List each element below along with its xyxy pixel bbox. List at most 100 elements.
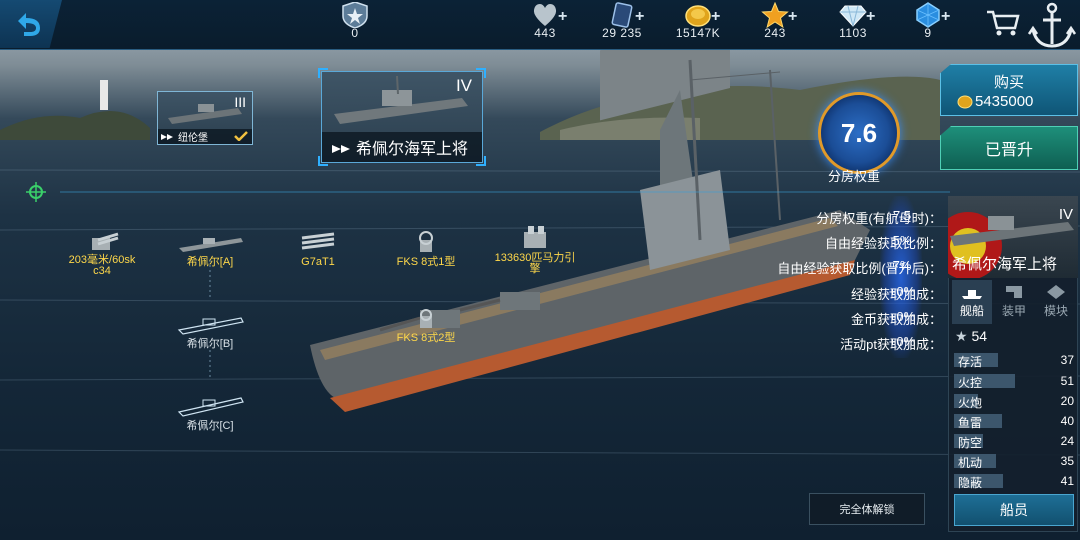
attribute-row: 火炮 20 — [954, 393, 1076, 410]
buy-label: 购买 — [993, 74, 1024, 91]
attribute-row: 火控 51 — [954, 373, 1076, 390]
ship-class-icon — [332, 145, 350, 153]
selection-corner — [318, 68, 328, 78]
target-crosshair-icon — [26, 182, 46, 202]
panel-tabs: 舰船 装甲 模块 — [952, 280, 1076, 324]
matchmaking-rating-badge: 7.6 — [818, 92, 900, 174]
heart-icon — [533, 4, 557, 26]
gold-coin-icon — [957, 95, 973, 109]
ship-tile-tier3[interactable]: III 纽伦堡 — [157, 91, 253, 145]
shopping-cart-icon[interactable] — [985, 8, 1021, 38]
module-label: FKS 8式2型 — [396, 332, 456, 344]
rank-value: 0 — [351, 26, 359, 40]
module-hull-b[interactable]: 希佩尔[B] — [170, 312, 250, 350]
buy-price: 5435000 — [975, 93, 1034, 110]
cards-plus[interactable]: + — [635, 8, 644, 26]
tab-label: 模块 — [1043, 304, 1068, 318]
ship-name-label: 希佩尔海军上将 — [952, 256, 1058, 273]
tab-armor[interactable]: 装甲 — [994, 280, 1034, 324]
module-hull-c[interactable]: 希佩尔[C] — [170, 392, 250, 432]
ship-class-icon — [161, 134, 173, 140]
tab-label: 舰船 — [959, 304, 984, 318]
rating-label: 分房权重 — [828, 169, 881, 184]
buy-button[interactable]: 购买 5435000 — [940, 64, 1078, 116]
attribute-label: 火控 — [958, 376, 983, 390]
module-label: 希佩尔[A] — [186, 256, 234, 268]
top-resource-bar: 0 + 443 + 29 235 + 15147K + 243 + 1103 +… — [0, 0, 1080, 50]
armor-tab-icon — [1006, 286, 1022, 298]
module-tab-icon — [1047, 285, 1065, 299]
attribute-value: 40 — [1060, 414, 1074, 428]
ship-tier-label: IV — [1058, 206, 1073, 223]
anchor-icon[interactable] — [1025, 0, 1080, 50]
attribute-label: 火炮 — [958, 396, 983, 410]
diamonds-plus[interactable]: + — [866, 8, 875, 26]
module-label: 133630匹马力引擎 — [494, 252, 576, 275]
ship-tab-icon — [962, 290, 982, 299]
ship-card: IV 希佩尔海军上将 — [948, 196, 1078, 278]
attribute-value: 51 — [1060, 374, 1074, 388]
ship-tile-tier4-selected[interactable]: IV 希佩尔海军上将 — [321, 71, 483, 163]
module-label: 希佩尔[C] — [186, 420, 234, 432]
stat-value: +0% — [888, 309, 916, 324]
module-label: FKS 8式1型 — [396, 256, 456, 268]
stat-value: +0% — [888, 334, 916, 349]
crew-button[interactable]: 船员 — [954, 494, 1074, 526]
rank-resource[interactable]: 0 — [310, 0, 400, 48]
gun-turret-icon — [92, 232, 119, 250]
stat-value: +0% — [888, 284, 916, 299]
hull-icon — [179, 238, 243, 252]
stat-value: 7% — [892, 258, 912, 273]
module-gun[interactable]: 203毫米/60sk c34 — [60, 230, 144, 277]
stars-value: 243 — [764, 26, 786, 40]
back-button[interactable] — [0, 0, 62, 48]
attribute-label: 机动 — [958, 456, 983, 470]
selection-corner — [476, 68, 486, 78]
attribute-row: 鱼雷 40 — [954, 413, 1076, 430]
attribute-label: 鱼雷 — [958, 416, 983, 430]
gold-plus[interactable]: + — [711, 8, 720, 26]
hull-outline-icon — [177, 397, 244, 417]
attribute-value: 20 — [1060, 394, 1074, 408]
checkmark-icon — [234, 131, 248, 141]
attribute-value: 37 — [1060, 353, 1074, 367]
stat-label: 分房权重(有航母时)： — [816, 211, 942, 226]
stat-value: 7.5 — [892, 208, 912, 223]
promoted-button[interactable]: 已晋升 — [940, 126, 1078, 170]
tab-ship[interactable]: 舰船 — [952, 280, 992, 324]
attribute-label: 防空 — [958, 436, 983, 450]
attribute-row: 隐蔽 41 — [954, 473, 1076, 490]
module-engine[interactable]: 133630匹马力引擎 — [492, 224, 578, 275]
gems-value: 9 — [924, 26, 932, 40]
hull-outline-icon — [177, 317, 244, 335]
stat-value: 5% — [892, 233, 912, 248]
torpedo-icon — [301, 232, 335, 250]
attribute-value: 24 — [1060, 434, 1074, 448]
card-icon — [611, 2, 633, 28]
fire-control-icon — [420, 309, 432, 328]
attribute-label: 隐蔽 — [958, 476, 983, 490]
full-unlock-button[interactable]: 完全体解锁 — [809, 493, 925, 525]
module-hull-a[interactable]: 希佩尔[A] — [170, 232, 250, 268]
gems-plus[interactable]: + — [941, 8, 950, 26]
module-fks2[interactable]: FKS 8式2型 — [388, 308, 464, 344]
star-icon — [761, 2, 789, 28]
rank-star-icon: ★ — [955, 328, 968, 344]
selection-corner — [318, 156, 328, 166]
tab-module[interactable]: 模块 — [1036, 280, 1076, 324]
health-plus[interactable]: + — [558, 8, 567, 26]
rank-value: 54 — [971, 328, 988, 344]
fire-control-icon — [419, 231, 433, 252]
stars-plus[interactable]: + — [788, 8, 797, 26]
tab-label: 装甲 — [1001, 304, 1026, 318]
attribute-row: 防空 24 — [954, 433, 1076, 450]
attribute-value: 41 — [1060, 474, 1074, 488]
module-torpedo[interactable]: G7aT1 — [288, 230, 348, 268]
module-fks1[interactable]: FKS 8式1型 — [388, 230, 464, 268]
attribute-row: 存活 37 — [954, 352, 1076, 369]
rank-badge-icon — [342, 2, 368, 28]
stars-resource[interactable]: + 243 — [730, 0, 820, 48]
ship-rank: ★ 54 — [955, 328, 987, 345]
gems-resource[interactable]: + 9 — [883, 0, 973, 48]
attribute-label: 存活 — [958, 355, 983, 369]
